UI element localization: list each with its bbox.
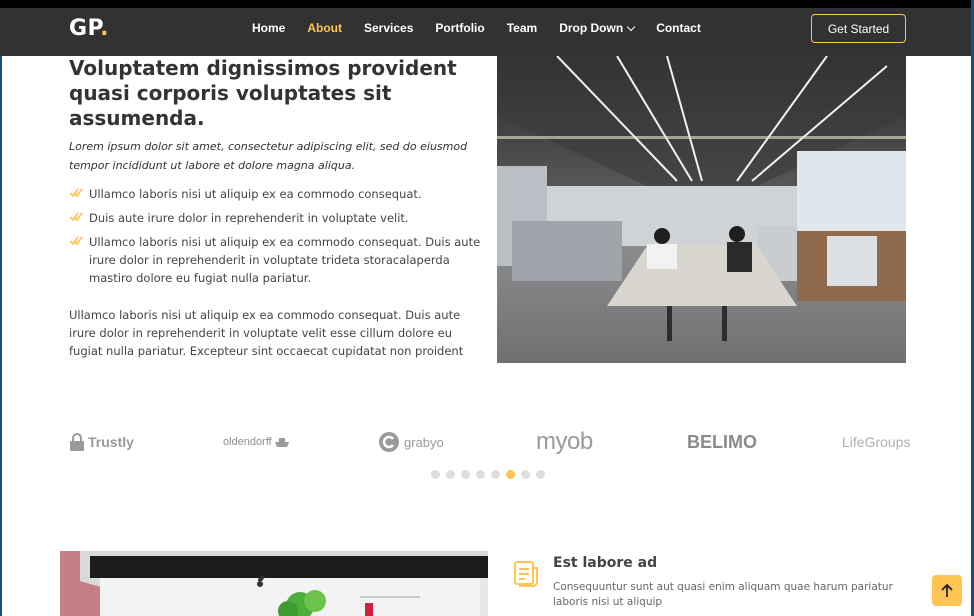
about-title: Voluptatem dignissimos provident quasi c… [69, 56, 457, 130]
main-nav: Home About Services Portfolio Team Drop … [252, 21, 723, 35]
carousel-dot[interactable] [491, 470, 500, 479]
nav-contact[interactable]: Contact [656, 21, 701, 35]
ship-icon [274, 438, 289, 447]
client-logo-lifegroups: LifeGroups [842, 428, 910, 456]
client-name: grabyo [404, 434, 444, 450]
arrow-up-icon [941, 583, 953, 597]
client-name: Trustly [88, 434, 134, 450]
nav-dropdown-label: Drop Down [559, 21, 624, 35]
client-logo-oldendorff: oldendorff [223, 428, 289, 456]
list-item: Duis aute irure dolor in reprehenderit i… [69, 209, 484, 227]
client-logo-trustly: Trustly [69, 428, 134, 456]
carousel-dot[interactable] [461, 470, 470, 479]
client-logo-grabyo: grabyo [378, 428, 444, 456]
office-illustration [497, 56, 906, 363]
about-list: Ullamco laboris nisi ut aliquip ex ea co… [69, 185, 484, 293]
list-item-text: Duis aute irure dolor in reprehenderit i… [89, 211, 409, 225]
carousel-dot[interactable] [431, 470, 440, 479]
carousel-dot[interactable] [476, 470, 485, 479]
window-frame-left [0, 0, 2, 616]
logo-dot: . [100, 16, 110, 41]
nav-dropdown[interactable]: Drop Down [559, 21, 636, 35]
grabyo-icon [379, 432, 399, 452]
nav-services[interactable]: Services [364, 21, 413, 35]
nav-portfolio[interactable]: Portfolio [435, 21, 484, 35]
feature-title: Est labore ad [553, 555, 658, 571]
get-started-button[interactable]: Get Started [811, 14, 906, 43]
client-name: BELIMO [687, 431, 757, 452]
feature-text: Consequuntur sunt aut quasi enim aliquam… [553, 581, 893, 608]
office-image [497, 56, 906, 363]
carousel-dot[interactable] [521, 470, 530, 479]
list-item: Ullamco laboris nisi ut aliquip ex ea co… [69, 185, 484, 203]
features-image [60, 551, 488, 616]
chevron-down-icon [626, 22, 636, 31]
workspace-illustration [60, 551, 488, 616]
logo[interactable]: GP. [69, 16, 109, 41]
client-name: myob [536, 428, 593, 455]
carousel-dot[interactable] [536, 470, 545, 479]
about-intro: Lorem ipsum dolor sit amet, consectetur … [69, 140, 468, 172]
client-logo-myob: myob [536, 428, 593, 456]
list-item-text: Ullamco laboris nisi ut aliquip ex ea co… [89, 187, 422, 201]
client-name: LifeGroups [842, 434, 911, 450]
carousel-dot[interactable] [446, 470, 455, 479]
document-text-icon [514, 561, 538, 587]
list-item-text: Ullamco laboris nisi ut aliquip ex ea co… [89, 235, 481, 285]
logo-text: GP [69, 16, 101, 41]
nav-home[interactable]: Home [252, 21, 285, 35]
back-to-top-button[interactable] [932, 575, 962, 606]
list-item: Ullamco laboris nisi ut aliquip ex ea co… [69, 233, 484, 287]
client-name: oldendorff [223, 436, 272, 448]
site-header: GP. Home About Services Portfolio Team D… [0, 8, 974, 56]
double-check-icon [69, 236, 83, 246]
nav-team[interactable]: Team [507, 21, 537, 35]
carousel-dot-active[interactable] [506, 470, 515, 479]
nav-about[interactable]: About [307, 21, 342, 35]
double-check-icon [69, 188, 83, 198]
about-paragraph: Ullamco laboris nisi ut aliquip ex ea co… [69, 308, 464, 358]
carousel-pagination [431, 470, 551, 479]
double-check-icon [69, 212, 83, 222]
lock-icon [70, 433, 84, 451]
client-logo-belimo: BELIMO [687, 428, 757, 456]
top-strip [0, 0, 974, 8]
